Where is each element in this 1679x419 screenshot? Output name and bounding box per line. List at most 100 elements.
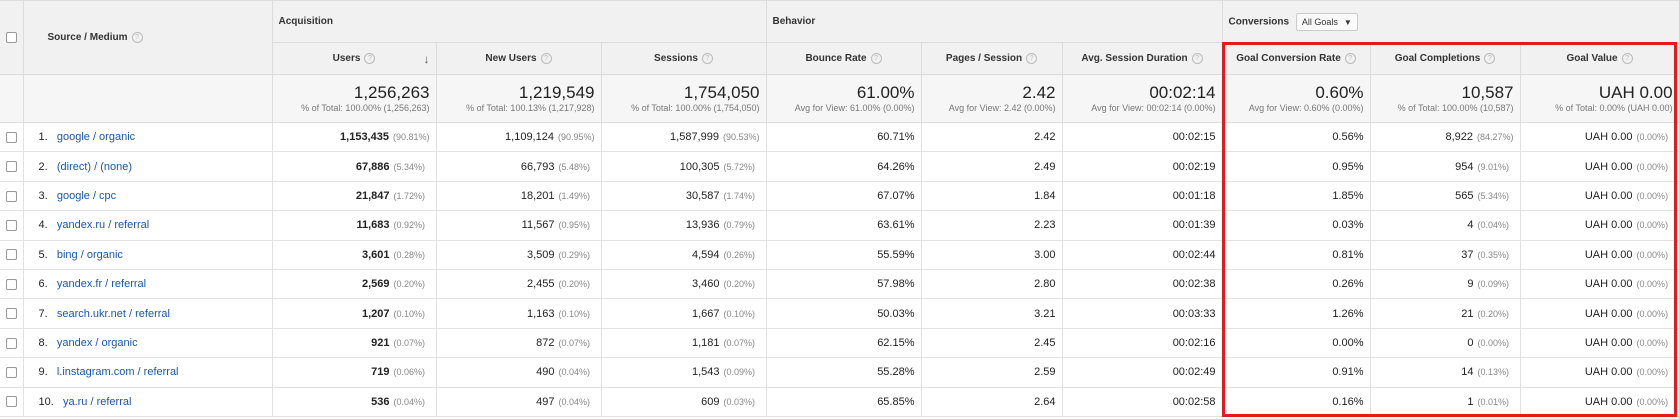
total-goal-completions: 10,587% of Total: 100.00% (10,587) <box>1370 74 1521 123</box>
col-goal-conv-rate[interactable]: Goal Conversion Rate? <box>1222 42 1371 75</box>
source-medium-link[interactable]: search.ukr.net / referral <box>57 308 170 320</box>
help-icon[interactable]: ? <box>1484 52 1496 64</box>
source-medium-link[interactable]: (direct) / (none) <box>57 161 132 173</box>
help-icon[interactable]: ? <box>1026 52 1038 64</box>
source-medium-link[interactable]: yandex.ru / referral <box>57 219 149 231</box>
help-icon[interactable]: ? <box>1621 52 1633 64</box>
sessions-value: 1,181 <box>691 336 720 349</box>
row-checkbox[interactable] <box>5 278 17 290</box>
sessions-cell: 30,587 (1.74%) <box>601 181 767 212</box>
completions-percent: (9.01%) <box>1477 161 1510 172</box>
col-avg-duration[interactable]: Avg. Session Duration? <box>1062 42 1223 75</box>
sort-descending-icon[interactable]: ↓ <box>424 52 430 66</box>
bounce-rate-cell: 67.07% <box>766 181 922 212</box>
sessions-percent: (0.03%) <box>723 396 756 407</box>
row-checkbox[interactable] <box>5 396 17 408</box>
col-goal-value[interactable]: Goal Value? <box>1520 42 1679 75</box>
row-checkbox[interactable] <box>5 219 17 231</box>
completions-percent: (84.27%) <box>1476 132 1514 143</box>
row-index: 6. <box>38 278 48 291</box>
col-users[interactable]: Users? ↓ <box>272 42 437 75</box>
pages-session-cell: 2.42 <box>921 122 1063 153</box>
users-cell: 67,886 (5.34%) <box>272 151 437 182</box>
total-bounce-rate: 61.00% Avg for View: 61.00% (0.00%) <box>766 74 922 123</box>
total-goal-value-sub: % of Total: 0.00% (UAH 0.00) <box>1555 102 1673 113</box>
col-goal-completions-label: Goal Completions <box>1394 53 1481 65</box>
total-sessions: 1,754,050% of Total: 100.00% (1,754,050) <box>601 74 767 123</box>
users-value: 536 <box>371 395 390 408</box>
source-cell: 9. l.instagram.com / referral <box>23 357 273 388</box>
row-checkbox[interactable] <box>5 190 17 202</box>
sessions-value: 100,305 <box>679 160 720 173</box>
pages-session-cell: 2.23 <box>921 210 1063 241</box>
goals-dropdown[interactable]: All Goals ▼ <box>1295 12 1358 31</box>
help-icon[interactable]: ? <box>131 31 143 43</box>
goal-completions-cell: 9 (0.09%) <box>1370 269 1521 300</box>
new-users-value: 3,509 <box>526 248 555 261</box>
help-icon[interactable]: ? <box>540 52 552 64</box>
new-users-percent: (0.20%) <box>558 279 591 290</box>
completions-percent: (0.01%) <box>1477 396 1510 407</box>
goal-completions-cell: 8,922 (84.27%) <box>1370 122 1521 153</box>
users-value: 11,683 <box>356 219 390 232</box>
goal-value-cell: UAH 0.00 (0.00%) <box>1520 122 1679 153</box>
users-percent: (0.10%) <box>393 308 426 319</box>
users-value: 719 <box>371 366 390 379</box>
pages-session-cell: 2.80 <box>921 269 1063 300</box>
select-all-checkbox[interactable] <box>5 31 17 43</box>
avg-duration-cell: 00:02:15 <box>1062 122 1223 153</box>
row-checkbox[interactable] <box>5 308 17 320</box>
col-new-users[interactable]: New Users? <box>436 42 602 75</box>
row-checkbox[interactable] <box>5 131 17 143</box>
row-checkbox[interactable] <box>5 249 17 261</box>
goal-value-value: UAH 0.00 <box>1584 160 1633 173</box>
completions-value: 954 <box>1455 160 1474 173</box>
goal-value-percent: (0.00%) <box>1636 161 1669 172</box>
source-medium-link[interactable]: l.instagram.com / referral <box>57 366 179 378</box>
row-checkbox[interactable] <box>5 366 17 378</box>
sessions-cell: 4,594 (0.26%) <box>601 240 767 270</box>
help-icon[interactable]: ? <box>1191 52 1203 64</box>
source-cell: 10. ya.ru / referral <box>23 387 273 417</box>
row-select-cell <box>0 387 24 417</box>
col-new-users-label: New Users <box>485 53 537 65</box>
goal-completions-cell: 1 (0.01%) <box>1370 387 1521 417</box>
col-sessions[interactable]: Sessions? <box>601 42 767 75</box>
goal-conv-rate-cell: 0.03% <box>1222 210 1371 241</box>
goal-completions-cell: 21 (0.20%) <box>1370 298 1521 329</box>
new-users-value: 66,793 <box>520 160 555 173</box>
sessions-value: 1,587,999 <box>670 131 719 144</box>
source-medium-link[interactable]: yandex / organic <box>57 337 138 349</box>
col-pages-session[interactable]: Pages / Session? <box>921 42 1063 75</box>
help-icon[interactable]: ? <box>701 52 713 64</box>
source-medium-link[interactable]: ya.ru / referral <box>63 396 131 408</box>
col-bounce-rate[interactable]: Bounce Rate? <box>766 42 922 75</box>
bounce-rate-cell: 57.98% <box>766 269 922 300</box>
help-icon[interactable]: ? <box>1344 52 1356 64</box>
total-sessions-value: 1,754,050 <box>683 82 760 102</box>
new-users-cell: 66,793 (5.48%) <box>436 151 602 182</box>
completions-percent: (0.04%) <box>1477 220 1510 231</box>
source-medium-header[interactable]: Source / Medium? <box>23 0 273 75</box>
help-icon[interactable]: ? <box>870 52 882 64</box>
source-medium-link[interactable]: yandex.fr / referral <box>57 278 146 290</box>
goal-value-value: UAH 0.00 <box>1584 395 1633 408</box>
row-checkbox[interactable] <box>5 337 17 349</box>
conversions-label: Conversions <box>1228 16 1290 28</box>
row-checkbox[interactable] <box>5 161 17 173</box>
goal-value-percent: (0.00%) <box>1636 337 1669 348</box>
new-users-value: 1,109,124 <box>505 131 554 144</box>
col-sessions-label: Sessions <box>654 53 698 65</box>
help-icon[interactable]: ? <box>364 52 376 64</box>
users-value: 1,207 <box>361 307 390 320</box>
col-goal-completions[interactable]: Goal Completions? <box>1370 42 1521 75</box>
avg-duration-cell: 00:02:19 <box>1062 151 1223 182</box>
total-new-users-value: 1,219,549 <box>518 82 595 102</box>
new-users-value: 2,455 <box>526 278 555 291</box>
total-goal-value: UAH 0.00% of Total: 0.00% (UAH 0.00) <box>1520 74 1679 123</box>
goal-value-cell: UAH 0.00 (0.00%) <box>1520 328 1679 359</box>
source-medium-link[interactable]: bing / organic <box>57 249 123 261</box>
source-medium-link[interactable]: google / organic <box>57 131 135 143</box>
bounce-rate-cell: 62.15% <box>766 328 922 359</box>
source-medium-link[interactable]: google / cpc <box>57 190 116 202</box>
